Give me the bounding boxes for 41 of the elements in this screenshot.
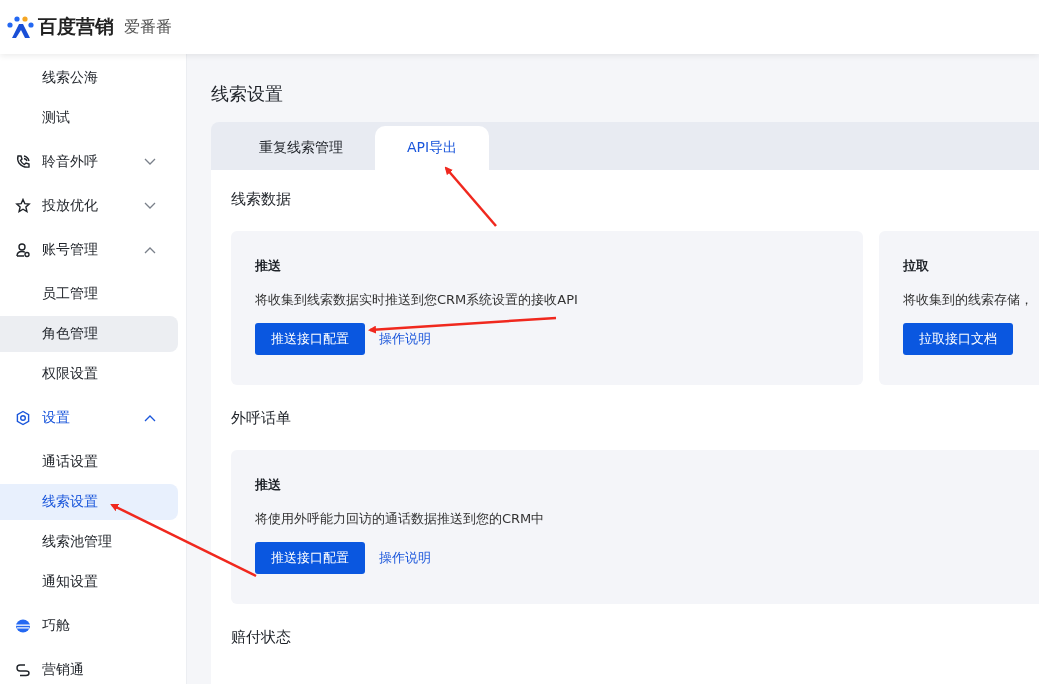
sidebar-group[interactable]: 账号管理 bbox=[42, 241, 144, 259]
sidebar-item[interactable]: 通知设置 bbox=[0, 564, 178, 600]
sidebar-group[interactable]: 设置 bbox=[42, 409, 144, 427]
primary-button[interactable]: 推送接口配置 bbox=[255, 542, 365, 574]
card-description: 将使用外呼能力回访的通话数据推送到您的CRM中 bbox=[255, 510, 546, 528]
section-title: 赔付状态 bbox=[231, 628, 292, 647]
sidebar-item[interactable]: 员工管理 bbox=[0, 276, 178, 312]
sidebar-item[interactable]: 角色管理 bbox=[0, 316, 178, 352]
help-link[interactable]: 操作说明 bbox=[379, 549, 431, 567]
help-link[interactable]: 操作说明 bbox=[379, 330, 431, 348]
sidebar-group[interactable]: 投放优化 bbox=[42, 197, 144, 215]
card-title: 推送 bbox=[255, 257, 282, 275]
sidebar-item[interactable]: 线索池管理 bbox=[0, 524, 178, 560]
brand-name: 百度营销 bbox=[38, 14, 114, 39]
tab[interactable]: 重复线索管理 bbox=[227, 126, 375, 170]
user-icon bbox=[15, 242, 31, 258]
card-title: 拉取 bbox=[903, 257, 930, 275]
page-title: 线索设置 bbox=[211, 82, 284, 106]
sidebar-item[interactable]: 测试 bbox=[0, 100, 178, 136]
gear-icon bbox=[15, 410, 31, 426]
card-description: 将收集到线索数据实时推送到您CRM系统设置的接收API bbox=[255, 291, 579, 309]
card-title: 推送 bbox=[255, 476, 282, 494]
sidebar-item[interactable]: 线索公海 bbox=[0, 60, 178, 96]
annotation-arrow bbox=[444, 166, 497, 227]
primary-button[interactable]: 推送接口配置 bbox=[255, 323, 365, 355]
sidebar-group[interactable]: 聆音外呼 bbox=[42, 153, 144, 171]
card-description: 将收集到的线索存储， bbox=[903, 291, 1034, 309]
sidebar-group[interactable]: 营销通 bbox=[42, 661, 186, 679]
star-icon bbox=[15, 198, 31, 214]
tab[interactable]: API导出 bbox=[375, 126, 490, 170]
logo-icon bbox=[6, 15, 34, 39]
sidebar-item[interactable]: 权限设置 bbox=[0, 356, 178, 392]
section-title: 外呼话单 bbox=[231, 409, 292, 428]
sidebar-item[interactable]: 线索设置 bbox=[0, 484, 178, 520]
section-title: 线索数据 bbox=[231, 190, 292, 209]
phone-icon bbox=[15, 154, 31, 170]
sidebar-group[interactable]: 巧舱 bbox=[42, 617, 186, 635]
globe-icon bbox=[15, 618, 31, 634]
primary-button[interactable]: 拉取接口文档 bbox=[903, 323, 1013, 355]
product-name: 爱番番 bbox=[124, 16, 172, 38]
sidebar-item[interactable]: 通话设置 bbox=[0, 444, 178, 480]
